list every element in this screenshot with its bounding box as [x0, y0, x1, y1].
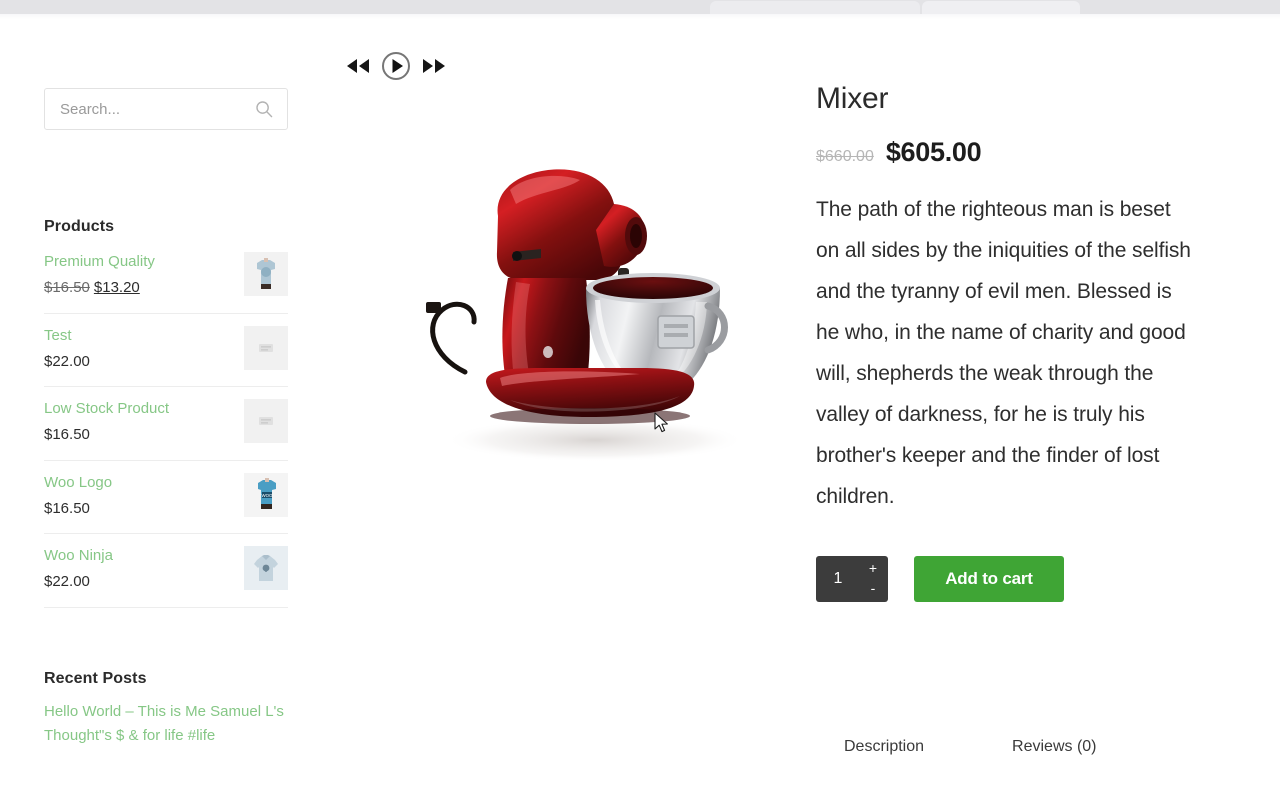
post-link[interactable]: Hello World – This is Me Samuel L's Thou…	[44, 700, 288, 748]
product-price: $16.50 $13.20	[44, 278, 228, 298]
browser-tab-strip	[0, 0, 1280, 14]
rewind-icon[interactable]	[340, 48, 376, 84]
list-item[interactable]: Test $22.00	[44, 314, 288, 387]
list-item[interactable]: Premium Quality $16.50 $13.20	[44, 250, 288, 314]
product-thumbnail[interactable]	[244, 546, 288, 590]
recent-posts-widget: Recent Posts Hello World – This is Me Sa…	[44, 670, 288, 748]
list-item[interactable]: Hello World – This is Me Samuel L's Thou…	[44, 700, 288, 748]
product-link[interactable]: Premium Quality	[44, 252, 228, 272]
tab-description[interactable]: Description	[816, 738, 952, 756]
list-item[interactable]: Woo Logo $16.50 WOO	[44, 461, 288, 534]
product-price-new: $13.20	[93, 279, 140, 297]
recent-posts-widget-title: Recent Posts	[44, 669, 147, 687]
search-box[interactable]	[44, 88, 288, 130]
product-link[interactable]: Test	[44, 326, 228, 346]
gallery-navigation	[340, 48, 452, 84]
product-thumbnail[interactable]	[244, 399, 288, 443]
browser-tab[interactable]	[922, 1, 1080, 14]
price-original: $660.00	[816, 148, 874, 165]
price-row: $660.00 $605.00	[816, 137, 1196, 168]
search-icon[interactable]	[255, 100, 273, 118]
products-widget-title: Products	[44, 218, 115, 235]
quantity-decrease-button[interactable]: -	[866, 581, 880, 597]
product-thumbnail[interactable]	[244, 325, 288, 370]
products-widget: Products Premium Quality $16.50 $13.20 T…	[44, 218, 288, 608]
product-thumbnail[interactable]: WOO	[244, 472, 288, 517]
add-to-cart-button[interactable]: Add to cart	[914, 555, 1064, 602]
browser-tab[interactable]	[710, 1, 920, 14]
price-current: $605.00	[885, 137, 982, 167]
list-item[interactable]: Low Stock Product $16.50	[44, 387, 288, 461]
fast-forward-icon[interactable]	[416, 48, 452, 84]
product-short-description: The path of the righteous man is beset o…	[816, 198, 1191, 508]
post-list: Hello World – This is Me Samuel L's Thou…	[44, 700, 288, 748]
search-input[interactable]	[45, 89, 287, 129]
add-to-cart-form: + - Add to cart	[816, 555, 1196, 602]
list-item[interactable]: Woo Ninja $22.00	[44, 534, 288, 608]
product-gallery[interactable]	[330, 80, 780, 560]
sidebar: Products Premium Quality $16.50$13.20	[44, 88, 288, 748]
quantity-input[interactable]	[816, 555, 864, 602]
play-circle-icon[interactable]	[378, 48, 414, 84]
page-title: Mixer	[816, 82, 889, 115]
product-price-old: $16.50	[44, 279, 90, 297]
page-canvas: Products Premium Quality $16.50$13.20	[0, 20, 1280, 800]
quantity-increase-button[interactable]: +	[866, 561, 880, 577]
product-summary: Mixer $660.00 $605.00 The path of the ri…	[816, 82, 1196, 602]
product-price: $16.50	[44, 426, 90, 444]
product-price: $22.00	[44, 573, 90, 591]
product-price: $16.50	[44, 499, 90, 517]
product-image[interactable]	[390, 120, 780, 480]
product-thumbnail[interactable]	[244, 252, 288, 296]
quantity-stepper[interactable]: + -	[816, 555, 888, 602]
product-price: $22.00	[44, 352, 90, 370]
svg-text:WOO: WOO	[262, 493, 274, 498]
product-tabs: Description Reviews (0)	[816, 738, 1125, 756]
product-link[interactable]: Woo Logo	[44, 473, 228, 493]
product-link[interactable]: Low Stock Product	[44, 399, 228, 419]
tab-reviews[interactable]: Reviews (0)	[984, 738, 1124, 756]
product-link[interactable]: Woo Ninja	[44, 546, 228, 566]
product-list: Premium Quality $16.50 $13.20 Test $22.0…	[44, 250, 288, 608]
